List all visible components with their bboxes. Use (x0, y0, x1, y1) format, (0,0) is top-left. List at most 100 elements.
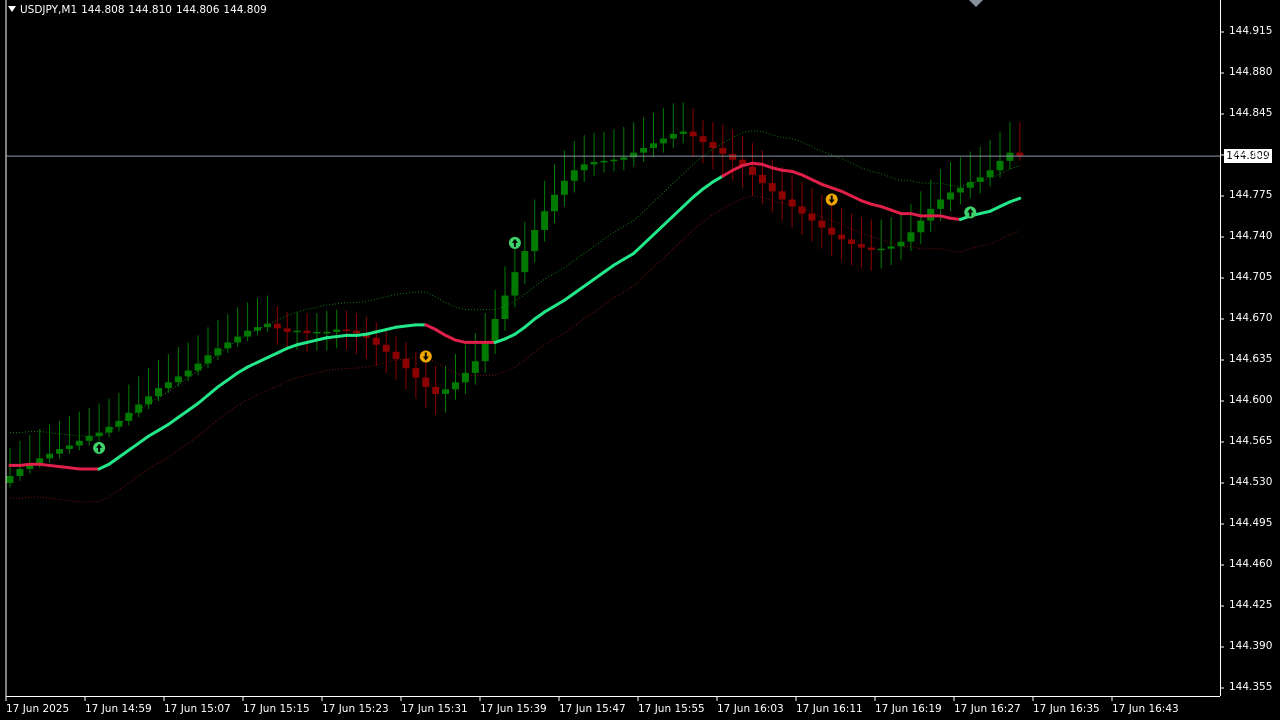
moving-average-segment (265, 351, 279, 360)
candle-body (620, 157, 628, 160)
price-tick-label: 144.495 (1229, 517, 1273, 529)
candle-body (343, 329, 351, 332)
moving-average-segment (939, 214, 952, 220)
candle-body (95, 432, 103, 437)
candle-body (808, 213, 816, 221)
candle-body (333, 329, 341, 332)
price-tick-label: 144.425 (1229, 599, 1273, 611)
time-tick-label: 17 Jun 16:11 (796, 703, 863, 715)
time-tick-label: 17 Jun 15:23 (322, 703, 389, 715)
candle-body (461, 372, 469, 383)
candle-body (432, 386, 440, 394)
moving-average-segment (305, 338, 319, 344)
candle-body (224, 342, 232, 349)
candle-body (16, 468, 24, 476)
moving-average-segment (770, 166, 784, 172)
time-tick-label: 17 Jun 15:31 (401, 703, 468, 715)
moving-average-segment (166, 415, 180, 426)
moving-average-segment (701, 180, 715, 191)
candle-body (996, 160, 1004, 171)
moving-average-segment (553, 298, 566, 308)
moving-average-segment (830, 186, 844, 193)
moving-average-segment (256, 356, 269, 364)
moving-average-segment (869, 202, 883, 209)
moving-average-segment (661, 214, 675, 227)
moving-average-segment (711, 174, 725, 184)
time-tick-label: 17 Jun 16:27 (954, 703, 1021, 715)
candle-body (392, 351, 400, 359)
chart-menu-triangle-icon[interactable] (8, 6, 16, 12)
moving-average-segment (206, 385, 220, 397)
candle-body (699, 136, 707, 143)
moving-average-segment (691, 187, 705, 199)
candle-body (372, 337, 380, 345)
moving-average-segment (196, 393, 210, 405)
candle-body (254, 327, 261, 331)
candle-body (867, 247, 875, 250)
candle-body (947, 192, 954, 200)
time-tick-label: 17 Jun 16:35 (1033, 703, 1100, 715)
moving-average-segment (889, 208, 903, 216)
moving-average-segment (374, 328, 388, 334)
moving-average-segment (315, 336, 329, 342)
candle-body (778, 191, 786, 200)
moving-average-segment (97, 462, 111, 471)
price-tick-label: 144.600 (1229, 394, 1273, 406)
moving-average-segment (176, 408, 190, 419)
time-tick-label: 17 Jun 2025 (6, 703, 70, 715)
candle-body (610, 159, 618, 162)
moving-average-segment (731, 164, 745, 172)
moving-average-segment (384, 325, 398, 332)
price-tick-label: 144.880 (1229, 66, 1273, 78)
high-value: 144.810 (128, 4, 172, 16)
moving-average-segment (285, 343, 299, 350)
candle-body (828, 227, 836, 235)
moving-average-segment (523, 317, 537, 329)
chart-shift-marker-icon[interactable] (969, 0, 983, 7)
moving-average-segment (592, 270, 606, 281)
time-tick-label: 17 Jun 14:59 (85, 703, 152, 715)
moving-average-segment (760, 162, 774, 170)
candle-body (105, 426, 113, 433)
candle-body (323, 331, 331, 334)
time-tick-label: 17 Jun 16:03 (717, 703, 784, 715)
moving-average-segment (820, 182, 834, 190)
candle-body (580, 164, 588, 171)
candle-body (768, 183, 776, 192)
candle-body (917, 220, 925, 233)
moving-average-segment (632, 242, 646, 255)
price-tick-label: 144.775 (1229, 189, 1273, 201)
candle-body (679, 131, 687, 134)
candle-body (669, 133, 677, 139)
time-tick-label: 17 Jun 15:47 (559, 703, 626, 715)
moving-average-segment (275, 346, 289, 355)
moving-average-segment (295, 340, 309, 347)
time-tick-label: 17 Jun 16:43 (1112, 703, 1179, 715)
candle-body (986, 170, 994, 178)
price-chart[interactable] (0, 0, 1280, 720)
candle-body (788, 199, 796, 207)
moving-average-segment (810, 178, 824, 186)
moving-average-segment (137, 434, 151, 445)
candle-body (164, 382, 172, 389)
candle-body (402, 358, 410, 369)
moving-average-segment (582, 277, 596, 288)
candle-body (234, 336, 242, 343)
candle-body (729, 153, 737, 160)
moving-average-segment (790, 169, 804, 177)
candle-body (640, 147, 648, 153)
moving-average-segment (612, 257, 626, 267)
moving-average-segment (117, 448, 131, 459)
candle-body (570, 170, 578, 181)
candle-body (184, 370, 192, 377)
candle-body (501, 295, 509, 319)
time-tick-label: 17 Jun 15:07 (164, 703, 231, 715)
chart-window[interactable]: USDJPY,M1 144.808 144.810 144.806 144.809 14… (0, 0, 1280, 720)
moving-average-segment (1008, 196, 1022, 204)
candle-body (471, 361, 479, 373)
candle-body (491, 319, 499, 343)
moving-average-segment (127, 441, 141, 452)
moving-average-segment (454, 338, 467, 344)
candle-body (650, 143, 657, 148)
moving-average-segment (850, 194, 863, 203)
